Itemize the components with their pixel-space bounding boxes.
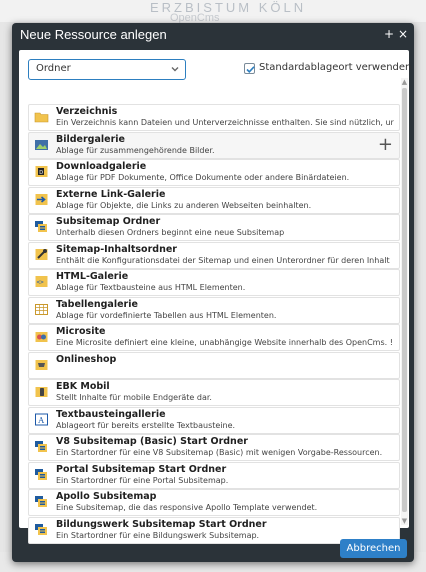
download-gallery-icon: D <box>34 164 49 179</box>
list-item[interactable]: Microsite Eine Microsite definiert eine k… <box>28 324 400 351</box>
list-item-name: V8 Subsitemap (Basic) Start Ordner <box>56 436 248 447</box>
list-item-description: Eine Subsitemap, die das responsive Apol… <box>56 503 318 512</box>
resource-type-select-value: Ordner <box>36 63 71 74</box>
cancel-button[interactable]: Abbrechen <box>340 539 407 558</box>
list-item[interactable]: Portal Subsitemap Start Ordner Ein Starto… <box>28 462 400 489</box>
list-item-description: Ablage für Objekte, die Links zu anderen… <box>56 201 312 210</box>
microsite-icon <box>34 329 49 344</box>
scrollbar-thumb[interactable] <box>402 88 407 512</box>
svg-text:D: D <box>39 170 43 176</box>
list-item-name: Subsitemap Ordner <box>56 216 161 227</box>
svg-text:A: A <box>37 416 44 425</box>
scrollbar[interactable]: ▲ ▼ <box>401 78 408 525</box>
add-item-button[interactable]: + <box>378 136 393 154</box>
dialog-body: Ordner Standardablageort verwenden ▲ ▼ V… <box>19 50 412 544</box>
link-gallery-icon <box>34 192 49 207</box>
dialog-titlebar: Neue Ressource anlegen + × <box>12 23 414 47</box>
background-header: ERZBISTUM KÖLN OpenCms <box>0 0 426 24</box>
text-gallery-icon: A <box>34 412 49 427</box>
close-button[interactable]: × <box>398 27 408 41</box>
list-item-name: HTML-Galerie <box>56 271 129 282</box>
list-item[interactable]: Bildergalerie Ablage für zusammengehörend… <box>28 132 400 159</box>
list-item[interactable]: Subsitemap Ordner Unterhalb diesen Ordner… <box>28 214 400 241</box>
list-item-description: Ein Startordner für eine Portal Subsitem… <box>56 476 229 485</box>
maximize-button[interactable]: + <box>384 27 394 41</box>
mobile-icon <box>34 384 49 399</box>
html-gallery-icon: <> <box>34 274 49 289</box>
list-item-name: Externe Link-Galerie <box>56 189 166 200</box>
image-gallery-icon <box>34 137 49 152</box>
list-item-description: Ein Verzeichnis kann Dateien und Unterve… <box>56 118 394 127</box>
list-item-name: Textbausteingallerie <box>56 409 166 420</box>
list-item-name: Onlineshop <box>56 354 117 365</box>
list-item-description: Eine Microsite definiert eine kleine, un… <box>56 338 393 347</box>
list-item-name: Portal Subsitemap Start Ordner <box>56 464 227 475</box>
list-item-name: Microsite <box>56 326 106 337</box>
list-item[interactable]: Tabellengalerie Ablage für vordefinierte … <box>28 297 400 324</box>
list-item-name: Tabellengalerie <box>56 299 138 310</box>
checkmark-icon <box>246 66 255 73</box>
list-item-description: Stellt Inhalte für mobile Endgeräte dar. <box>56 393 212 402</box>
list-item-name: Bildergalerie <box>56 134 125 145</box>
bildungswerk-subsitemap-icon <box>34 522 49 537</box>
onlineshop-icon <box>34 357 49 372</box>
list-item[interactable]: A Textbausteingallerie Ablageort für berei… <box>28 407 400 434</box>
subsitemap-icon <box>34 219 49 234</box>
resource-type-select[interactable]: Ordner <box>28 59 186 80</box>
scroll-down-arrow[interactable]: ▼ <box>401 517 408 525</box>
list-item-name: Verzeichnis <box>56 106 118 117</box>
folder-icon <box>34 109 49 124</box>
dialog-title: Neue Ressource anlegen <box>20 27 167 42</box>
list-item-description: Ein Startordner für eine V8 Subsitemap (… <box>56 448 383 457</box>
list-item[interactable]: Externe Link-Galerie Ablage für Objekte, … <box>28 187 400 214</box>
default-location-label: Standardablageort verwenden <box>259 62 412 73</box>
list-item[interactable]: <> HTML-Galerie Ablage für Textbausteine a… <box>28 269 400 296</box>
list-item-description: Enthält die Konfigurationsdatei der Site… <box>56 256 390 265</box>
scroll-up-arrow[interactable]: ▲ <box>401 78 408 86</box>
list-item-name: EBK Mobil <box>56 381 110 392</box>
list-item[interactable]: Verzeichnis Ein Verzeichnis kann Dateien … <box>28 104 400 131</box>
list-item[interactable]: Sitemap-Inhaltsordner Enthält die Konfigu… <box>28 242 400 269</box>
list-item-name: Sitemap-Inhaltsordner <box>56 244 177 255</box>
list-item[interactable]: V8 Subsitemap (Basic) Start Ordner Ein St… <box>28 434 400 461</box>
list-item-name: Apollo Subsitemap <box>56 491 157 502</box>
chevron-down-icon <box>171 67 179 72</box>
sitemap-content-icon <box>34 247 49 262</box>
portal-subsitemap-icon <box>34 467 49 482</box>
list-item-name: Downloadgalerie <box>56 161 147 172</box>
list-item[interactable]: Apollo Subsitemap Eine Subsitemap, die da… <box>28 489 400 516</box>
svg-text:<>: <> <box>37 279 45 286</box>
list-item[interactable]: EBK Mobil Stellt Inhalte für mobile Endge… <box>28 379 400 406</box>
table-gallery-icon <box>34 302 49 317</box>
list-item-name: Bildungswerk Subsitemap Start Ordner <box>56 519 267 530</box>
default-location-checkbox[interactable] <box>244 63 255 74</box>
list-item-description: Ablageort für bereits erstellte Textbaus… <box>56 421 236 430</box>
list-item-description: Ablage für vordefinierte Tabellen aus HT… <box>56 311 277 320</box>
new-resource-dialog: Neue Ressource anlegen + × Ordner Standa… <box>12 23 414 562</box>
list-item-description: Ablage für PDF Dokumente, Office Dokumen… <box>56 173 350 182</box>
list-item-description: Ablage für Textbausteine aus HTML Elemen… <box>56 283 246 292</box>
apollo-subsitemap-icon <box>34 494 49 509</box>
list-item-description: Ablage für zusammengehörende Bilder. <box>56 146 215 155</box>
list-item[interactable]: D Downloadgalerie Ablage für PDF Dokumente… <box>28 159 400 186</box>
v8-subsitemap-icon <box>34 439 49 454</box>
list-item-description: Ein Startordner für eine Bildungswerk Su… <box>56 531 260 540</box>
list-item[interactable]: Onlineshop <box>28 352 400 379</box>
list-item-description: Unterhalb diesen Ordners beginnt eine ne… <box>56 228 285 237</box>
